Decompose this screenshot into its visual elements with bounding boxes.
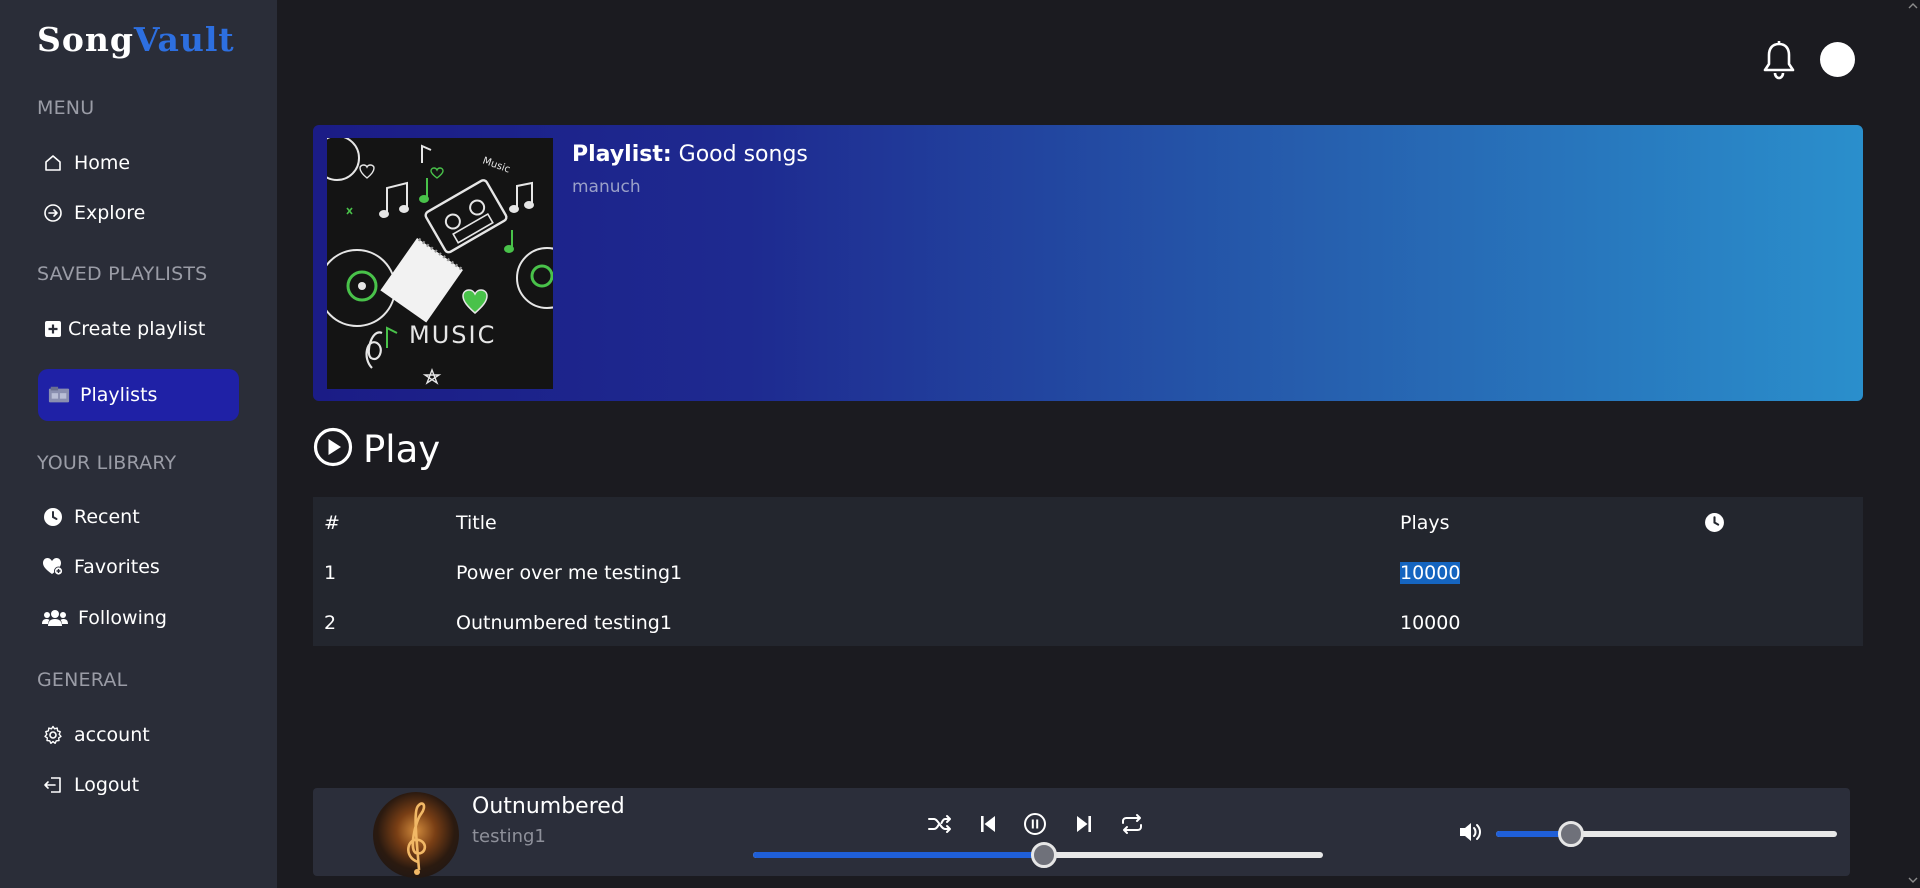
row-title[interactable]: Outnumbered testing1 (456, 612, 672, 634)
row-number: 1 (324, 562, 337, 584)
playlist-cover-image: MUSIC Music (327, 138, 553, 389)
gear-icon (42, 724, 64, 746)
scrollbar[interactable] (1906, 0, 1920, 888)
sidebar-item-label: Explore (74, 202, 146, 224)
sidebar-item-label: Following (78, 607, 167, 629)
play-circle-icon (313, 427, 353, 471)
progress-fill (753, 852, 1044, 858)
progress-slider-handle[interactable] (1030, 842, 1057, 868)
row-title[interactable]: Power over me testing1 (456, 562, 682, 584)
clock-icon (1704, 512, 1725, 538)
row-plays: 10000 (1400, 562, 1461, 584)
bell-icon[interactable] (1760, 40, 1798, 84)
column-header-title[interactable]: Title (456, 512, 497, 534)
app-logo[interactable]: SongVault (37, 20, 235, 59)
cover-music-text: MUSIC (409, 321, 496, 349)
logo-text-song: Song (37, 20, 134, 59)
now-playing-cover (373, 792, 459, 878)
sidebar-item-label: Recent (74, 506, 140, 528)
repeat-icon[interactable] (1118, 810, 1146, 838)
explore-icon (42, 202, 64, 224)
playlist-title: Playlist: Good songs (572, 142, 808, 167)
playlist-banner: MUSIC Music Playlist: Good songs manuch (313, 125, 1863, 401)
section-title-general: GENERAL (37, 669, 128, 691)
scroll-down-arrow-icon[interactable] (1908, 876, 1918, 886)
sidebar-item-label: Favorites (74, 556, 160, 578)
sidebar-item-following[interactable]: Following (38, 593, 239, 643)
next-icon[interactable] (1070, 810, 1098, 838)
now-playing-artist[interactable]: testing1 (472, 826, 546, 847)
column-header-plays[interactable]: Plays (1400, 512, 1450, 534)
sidebar: SongVault MENU Home Explore SAVED PLAYLI… (0, 0, 277, 888)
section-title-menu: MENU (37, 97, 95, 119)
avatar[interactable] (1820, 42, 1855, 77)
logo-text-vault: Vault (133, 20, 235, 59)
volume-slider-handle[interactable] (1558, 821, 1585, 847)
row-number: 2 (324, 612, 337, 634)
logout-icon (42, 774, 64, 796)
playlist-name: Good songs (678, 142, 808, 167)
previous-icon[interactable] (974, 810, 1002, 838)
sidebar-item-explore[interactable]: Explore (38, 188, 239, 238)
player-bar: Outnumbered testing1 (313, 788, 1850, 878)
playlists-icon (48, 384, 70, 406)
sidebar-item-recent[interactable]: Recent (38, 492, 239, 542)
section-title-saved-playlists: SAVED PLAYLISTS (37, 263, 208, 285)
sidebar-item-playlists[interactable]: Playlists (38, 369, 239, 421)
sidebar-item-account[interactable]: account (38, 710, 239, 760)
row-plays: 10000 (1400, 612, 1461, 634)
pause-icon[interactable] (1021, 810, 1049, 838)
sidebar-item-logout[interactable]: Logout (38, 760, 239, 810)
songs-table: # Title Plays 1 Power over me testing1 1… (313, 497, 1863, 646)
column-header-number: # (324, 512, 340, 534)
sidebar-item-label: Home (74, 152, 131, 174)
play-label: Play (363, 427, 441, 471)
playlist-label: Playlist: (572, 142, 672, 167)
sidebar-item-label: account (74, 724, 150, 746)
sidebar-item-label: Create playlist (68, 318, 206, 340)
scroll-up-arrow-icon[interactable] (1908, 2, 1918, 12)
sidebar-item-label: Playlists (80, 384, 158, 406)
sidebar-item-create-playlist[interactable]: Create playlist (38, 304, 239, 354)
users-icon (42, 607, 68, 629)
sidebar-item-label: Logout (74, 774, 140, 796)
clock-icon (42, 506, 64, 528)
section-title-your-library: YOUR LIBRARY (37, 452, 177, 474)
heart-plus-icon (42, 556, 64, 578)
sidebar-item-home[interactable]: Home (38, 138, 239, 188)
shuffle-icon[interactable] (926, 810, 954, 838)
playlist-owner[interactable]: manuch (572, 177, 641, 197)
plus-square-icon (42, 318, 64, 340)
volume-icon[interactable] (1457, 818, 1485, 846)
now-playing-title: Outnumbered (472, 794, 625, 819)
home-icon (42, 152, 64, 174)
play-button[interactable]: Play (313, 427, 440, 471)
sidebar-item-favorites[interactable]: Favorites (38, 542, 239, 592)
